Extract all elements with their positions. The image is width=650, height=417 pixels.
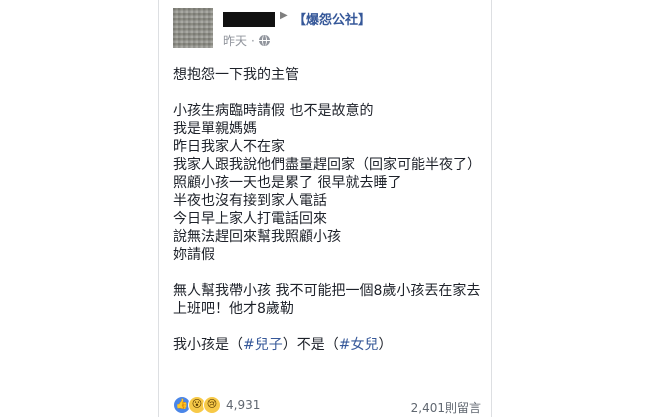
post-body: 想抱怨一下我的主管 小孩生病臨時請假 也不是故意的 我是單親媽媽 昨日我家人不在… — [173, 66, 483, 354]
group-name-link[interactable]: 【爆怨公社】 — [293, 9, 371, 28]
globe-icon[interactable] — [258, 35, 270, 46]
post-footer: 👍 😮 😢 4,931 2,401則留言 — [159, 393, 491, 417]
post-line: 今日早上家人打電話回來 — [173, 211, 327, 227]
post-line: 昨日我家人不在家 — [173, 139, 285, 155]
post-line: 想抱怨一下我的主管 — [173, 67, 299, 83]
post-line: 無人幫我帶小孩 我不可能把一個8歲小孩丟在家去上班吧！他才8歲勒 — [173, 283, 481, 317]
post-meta: 昨天 · — [223, 32, 270, 49]
reaction-count: 4,931 — [226, 398, 261, 412]
post-timestamp[interactable]: 昨天 — [223, 32, 247, 49]
reactions-summary[interactable]: 👍 😮 😢 4,931 — [173, 396, 260, 414]
avatar[interactable] — [173, 8, 213, 48]
post-line: 我家人跟我說他們盡量趕回家（回家可能半夜了） — [173, 157, 481, 173]
comment-count-link[interactable]: 2,401則留言 — [411, 399, 481, 416]
post-line: 照顧小孩一天也是累了 很早就去睡了 — [173, 175, 402, 191]
hashtag-daughter[interactable]: #女兒 — [339, 337, 379, 353]
post-line-hashtags: 我小孩是（#兒子）不是（#女兒） — [173, 337, 393, 353]
hashtag-son[interactable]: #兒子 — [243, 337, 283, 353]
post-line: 我是單親媽媽 — [173, 121, 257, 137]
author-name-redacted[interactable] — [223, 12, 275, 27]
post-card: ▶ 【爆怨公社】 昨天 · 想抱怨一下我的主管 小孩生病臨時請假 也不是故意的 … — [158, 0, 492, 417]
post-line: 半夜也沒有接到家人電話 — [173, 193, 327, 209]
post-line: 妳請假 — [173, 247, 215, 263]
post-line: 說無法趕回來幫我照顧小孩 — [173, 229, 341, 245]
arrow-right-icon: ▶ — [280, 10, 288, 21]
post-line: 小孩生病臨時請假 也不是故意的 — [173, 103, 374, 119]
sad-icon: 😢 — [203, 396, 221, 414]
